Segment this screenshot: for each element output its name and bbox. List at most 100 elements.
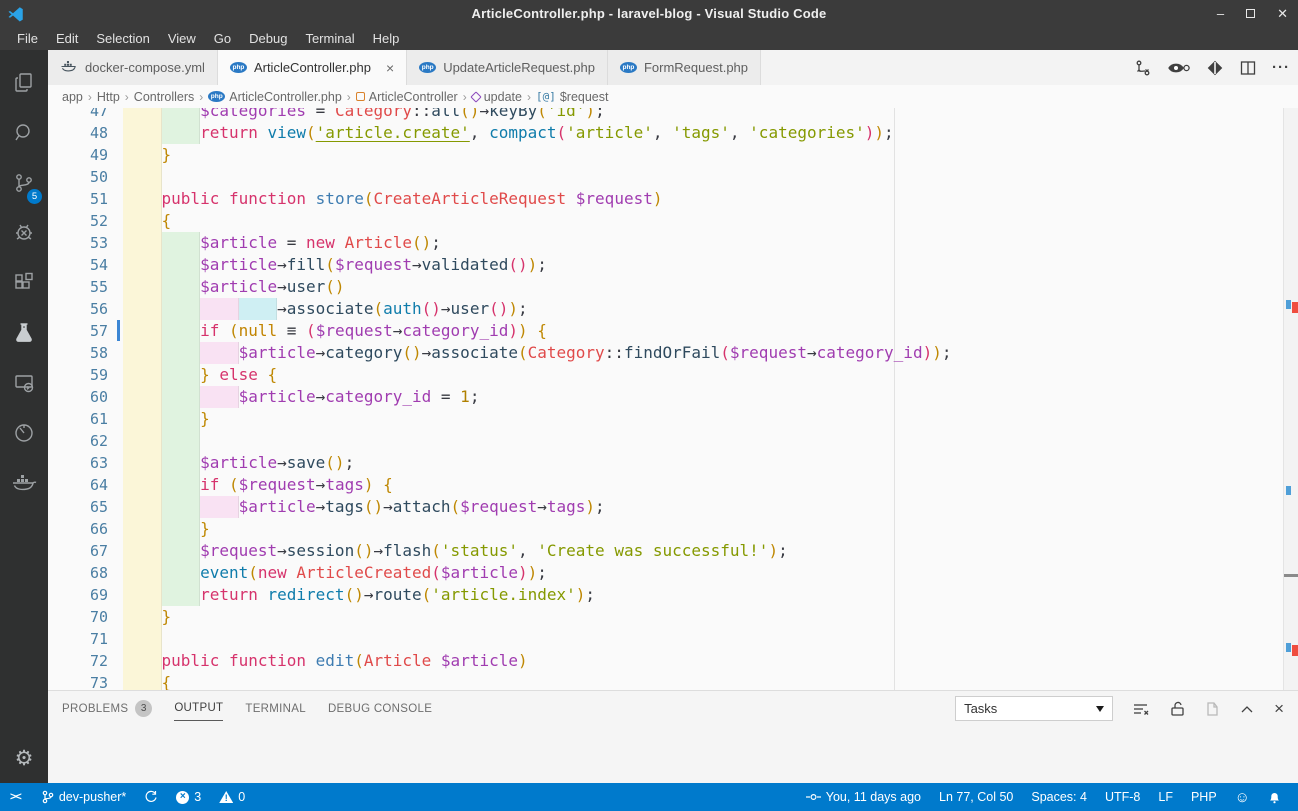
menu-help[interactable]: Help: [364, 29, 409, 48]
remote-explorer-icon[interactable]: [0, 360, 48, 406]
maximize-button[interactable]: [1246, 9, 1255, 18]
breadcrumb-item-Controllers[interactable]: Controllers: [134, 90, 194, 104]
menu-terminal[interactable]: Terminal: [296, 29, 363, 48]
panel-tab-output[interactable]: OUTPUT: [174, 696, 223, 721]
symbol-class-icon: [356, 92, 365, 101]
performance-gauge-icon[interactable]: [0, 410, 48, 456]
breadcrumb-label: Http: [97, 90, 120, 104]
minimize-button[interactable]: –: [1217, 0, 1224, 27]
status-blame-info[interactable]: You, 11 days ago: [797, 783, 930, 811]
menu-selection[interactable]: Selection: [87, 29, 158, 48]
output-channel-select[interactable]: Tasks: [955, 696, 1113, 721]
split-editor-icon[interactable]: [1240, 60, 1256, 76]
menu-debug[interactable]: Debug: [240, 29, 296, 48]
status-feedback[interactable]: ☺: [1226, 783, 1259, 811]
status-notifications[interactable]: [1259, 783, 1290, 811]
tab-FormRequest.php[interactable]: phpFormRequest.php: [608, 50, 761, 85]
panel-tab-problems[interactable]: PROBLEMS3: [62, 694, 152, 723]
more-actions-icon[interactable]: ···: [1272, 59, 1290, 76]
maximize-panel-icon[interactable]: [1240, 704, 1254, 714]
explorer-icon[interactable]: [0, 60, 48, 106]
menu-edit[interactable]: Edit: [47, 29, 87, 48]
breadcrumb-item-app[interactable]: app: [62, 90, 83, 104]
tab-UpdateArticleRequest.php[interactable]: phpUpdateArticleRequest.php: [407, 50, 608, 85]
code-text[interactable]: $article→category()→associate(Category::…: [123, 342, 952, 364]
breadcrumb-item-update[interactable]: update: [472, 90, 522, 104]
code-text[interactable]: public function edit(Article $article): [123, 650, 528, 672]
status-remote-indicator[interactable]: ><: [0, 783, 33, 811]
status-errors[interactable]: ×3: [167, 783, 210, 811]
code-text[interactable]: $article = new Article();: [123, 232, 441, 254]
code-text[interactable]: {: [123, 672, 171, 690]
line-number: 48: [48, 122, 108, 144]
tab-ArticleController.php[interactable]: phpArticleController.php×: [218, 50, 407, 85]
menu-file[interactable]: File: [8, 29, 47, 48]
source-control-icon[interactable]: 5: [0, 160, 48, 206]
code-line-71: 71: [48, 628, 1298, 650]
status-cursor-position[interactable]: Ln 77, Col 50: [930, 783, 1022, 811]
code-text[interactable]: public function store(CreateArticleReque…: [123, 188, 662, 210]
debug-icon[interactable]: [0, 210, 48, 256]
status-language-mode[interactable]: PHP: [1182, 783, 1226, 811]
code-text[interactable]: }: [123, 144, 171, 166]
line-number: 59: [48, 364, 108, 386]
code-text[interactable]: $categories = Category::all()→keyBy('id'…: [123, 108, 605, 122]
unlock-scroll-icon[interactable]: [1170, 701, 1185, 717]
code-text[interactable]: $request→session()→flash('status', 'Crea…: [123, 540, 788, 562]
code-text[interactable]: return redirect()→route('article.index')…: [123, 584, 595, 606]
git-compare-icon[interactable]: [1206, 59, 1224, 77]
status-sync[interactable]: [135, 783, 167, 811]
test-flask-icon[interactable]: [0, 310, 48, 356]
tab-docker-compose.yml[interactable]: docker-compose.yml: [48, 50, 218, 85]
code-text[interactable]: }: [123, 408, 210, 430]
breadcrumb-item-request[interactable]: [@]$request: [536, 90, 609, 104]
code-text[interactable]: return view('article.create', compact('a…: [123, 122, 894, 144]
docker-icon[interactable]: [0, 460, 48, 506]
clear-output-icon[interactable]: [1133, 702, 1150, 716]
tab-label: FormRequest.php: [644, 60, 748, 75]
breadcrumb-item-Http[interactable]: Http: [97, 90, 120, 104]
problems-count-badge: 3: [135, 700, 152, 717]
status-git-branch[interactable]: dev-pusher*: [33, 783, 135, 811]
code-text[interactable]: }: [123, 606, 171, 628]
status-encoding[interactable]: UTF-8: [1096, 783, 1149, 811]
code-text[interactable]: if ($request→tags) {: [123, 474, 393, 496]
extensions-icon[interactable]: [0, 260, 48, 306]
code-text[interactable]: →associate(auth()→user());: [123, 298, 528, 320]
line-number: 72: [48, 650, 108, 672]
source-control-graph-icon[interactable]: [1134, 59, 1152, 77]
code-text[interactable]: $article→user(): [123, 276, 345, 298]
code-text[interactable]: } else {: [123, 364, 277, 386]
close-button[interactable]: ✕: [1277, 0, 1288, 27]
line-number: 63: [48, 452, 108, 474]
open-log-file-icon[interactable]: [1205, 701, 1220, 717]
code-text[interactable]: if (null ≡ ($request→category_id)) {: [123, 320, 547, 342]
menu-go[interactable]: Go: [205, 29, 240, 48]
panel-tab-terminal[interactable]: TERMINAL: [245, 697, 306, 721]
tab-label: ArticleController.php: [254, 60, 371, 75]
status-indentation[interactable]: Spaces: 4: [1022, 783, 1096, 811]
breadcrumb-item-ArticleController.php[interactable]: phpArticleController.php: [208, 90, 342, 104]
toggle-blame-eye-icon[interactable]: [1168, 60, 1190, 76]
code-text[interactable]: event(new ArticleCreated($article));: [123, 562, 547, 584]
search-icon[interactable]: [0, 110, 48, 156]
code-text[interactable]: $article→tags()→attach($request→tags);: [123, 496, 605, 518]
code-text[interactable]: $article→category_id = 1;: [123, 386, 479, 408]
status-label: 3: [194, 790, 201, 804]
line-number: 65: [48, 496, 108, 518]
code-text[interactable]: $article→fill($request→validated());: [123, 254, 547, 276]
status-eol[interactable]: LF: [1149, 783, 1182, 811]
code-text[interactable]: $article→save();: [123, 452, 354, 474]
panel-tab-debug-console[interactable]: DEBUG CONSOLE: [328, 697, 432, 721]
code-text[interactable]: }: [123, 518, 210, 540]
status-warnings[interactable]: !0: [210, 783, 254, 811]
tab-close-icon[interactable]: ×: [386, 60, 394, 76]
overview-ruler[interactable]: [1283, 108, 1298, 690]
code-line-52: 52 {: [48, 210, 1298, 232]
menu-view[interactable]: View: [159, 29, 205, 48]
settings-gear-icon[interactable]: ⚙: [0, 741, 48, 775]
close-panel-icon[interactable]: ×: [1274, 699, 1284, 719]
breadcrumb-item-ArticleController[interactable]: ArticleController: [356, 90, 458, 104]
code-text[interactable]: {: [123, 210, 171, 232]
php-file-icon: php: [419, 62, 436, 73]
